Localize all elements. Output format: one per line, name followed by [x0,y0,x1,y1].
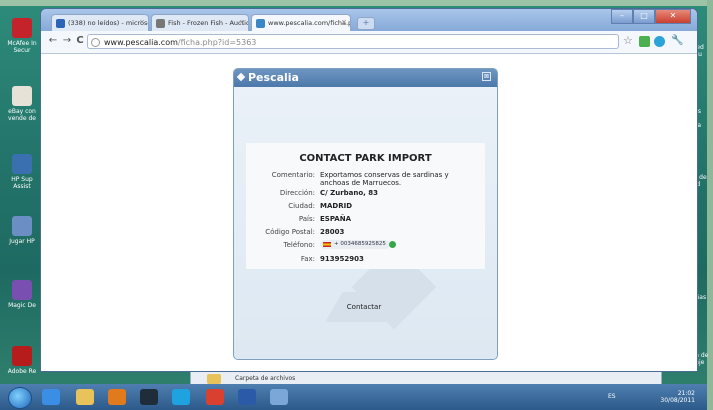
chrome-window: (338) no leídos) - microsoft × Fish - Froz… [40,8,698,372]
bookmark-star-icon[interactable]: ☆ [623,35,633,47]
app-icon [12,280,32,300]
background-window-label: Carpeta de archivos [235,375,296,382]
favicon-icon [156,19,165,28]
contact-card: CONTACT PARK IMPORT Comentario: Exportamo… [246,143,485,269]
app-icon [12,86,32,106]
clock-date: 30/08/2011 [660,397,695,404]
system-clock[interactable]: 21:02 30/08/2011 [660,390,695,404]
monitor-bezel-right [707,0,713,410]
favicon-icon [56,19,65,28]
field-label: Dirección: [279,189,315,197]
tab-close-icon[interactable]: × [341,18,347,26]
taskbar: ES 21:02 30/08/2011 [0,384,707,410]
ie-icon[interactable] [42,389,60,405]
back-button[interactable]: ← [47,35,59,47]
word-icon[interactable] [238,389,256,405]
field-label: País: [298,215,315,223]
app-icon [12,154,32,174]
start-button[interactable] [8,387,32,409]
contact-popup: Pescalia ⊠ CONTACT PARK IMPORT Comentari… [233,68,498,360]
page-viewport: Pescalia ⊠ CONTACT PARK IMPORT Comentari… [41,54,697,371]
popup-header: Pescalia ⊠ [234,69,497,87]
desktop-shortcut[interactable]: Magic De [2,280,42,309]
page-icon [91,38,100,47]
desktop-shortcut[interactable]: eBay con vende de [2,86,42,122]
desktop-shortcut[interactable]: McAfee In Secur [2,18,42,54]
browser-tab[interactable]: Fish - Frozen Fish - Auction × [151,14,249,31]
favicon-icon [256,19,265,28]
tab-label: www.pescalia.com/ficha.ph [268,19,351,27]
skype-icon[interactable] [172,389,190,405]
phone-label: Teléfono: [283,241,315,249]
tab-close-icon[interactable]: × [139,18,145,26]
field-value: C/ Zurbano, 83 [320,189,379,197]
popup-close-icon[interactable]: ⊠ [482,72,491,81]
shortcut-label: Adobe Re [7,368,37,375]
tab-label: Fish - Frozen Fish - Auction [168,19,249,27]
app-icon [12,18,32,38]
paint-icon[interactable] [270,389,288,405]
reload-button[interactable]: C [74,35,86,47]
contactar-button[interactable]: Contactar [344,300,384,314]
clock-time: 21:02 [677,390,695,397]
tab-label: (338) no leídos) - microsoft [68,19,149,27]
title-bar: (338) no leídos) - microsoft × Fish - Froz… [41,9,697,31]
address-bar[interactable]: www.pescalia.com/ficha.php?id=5363 [87,34,619,49]
extension-icon[interactable] [654,36,665,47]
popup-body: CONTACT PARK IMPORT Comentario: Exportamo… [234,87,497,359]
language-indicator[interactable]: ES [608,393,616,400]
browser-tab[interactable]: www.pescalia.com/ficha.ph × [251,14,351,31]
fax-value: 913952903 [320,255,364,263]
url-host: www.pescalia.com [104,38,178,47]
extension-icon[interactable] [639,36,650,47]
phone-value[interactable]: + 0034685925825 [320,240,396,249]
media-player-icon[interactable] [108,389,126,405]
field-value: Exportamos conservas de sardinas y ancho… [320,171,449,187]
brand-name: Pescalia [248,71,299,84]
diamond-icon [236,72,246,82]
desktop-shortcut[interactable]: Jugar HP [2,216,42,245]
close-window-button[interactable]: ✕ [655,9,691,24]
window-controls: – □ ✕ [611,9,691,24]
wrench-icon[interactable]: 🔧 [671,36,683,47]
spain-flag-icon [323,242,331,247]
url-path: /ficha.php?id=5363 [177,38,257,47]
minimize-button[interactable]: – [611,9,633,24]
shortcut-label: Jugar HP [9,238,35,245]
maximize-button[interactable]: □ [633,9,655,24]
browser-tab[interactable]: (338) no leídos) - microsoft × [51,14,149,31]
field-value: MADRID [320,202,352,210]
itunes-icon[interactable] [140,389,158,405]
call-icon[interactable] [389,241,396,248]
company-name: CONTACT PARK IMPORT [299,153,432,164]
field-label: Código Postal: [265,228,315,236]
fax-label: Fax: [300,255,315,263]
shortcut-label: HP Sup Assist [11,176,33,190]
pescalia-logo: Pescalia [236,71,299,84]
desktop-shortcut[interactable]: Adobe Re [2,346,42,375]
shortcut-label: McAfee In Secur [7,40,37,54]
shortcut-label: eBay con vende de [8,108,36,122]
field-value: ESPAÑA [320,215,352,223]
field-label: Comentario: [271,171,315,179]
browser-toolbar: ← → C www.pescalia.com/ficha.php?id=5363… [41,31,697,54]
phone-number: + 0034685925825 [334,241,386,247]
new-tab-button[interactable]: + [357,17,375,30]
field-label: Ciudad: [288,202,315,210]
app-icon [12,216,32,236]
field-value: 28003 [320,228,345,236]
chrome-icon[interactable] [206,389,224,405]
tab-close-icon[interactable]: × [239,18,245,26]
folder-icon[interactable] [76,389,94,405]
folder-icon [207,374,221,384]
desktop-shortcut[interactable]: HP Sup Assist [2,154,42,190]
shortcut-label: Magic De [8,302,36,309]
app-icon [12,346,32,366]
forward-button[interactable]: → [61,35,73,47]
